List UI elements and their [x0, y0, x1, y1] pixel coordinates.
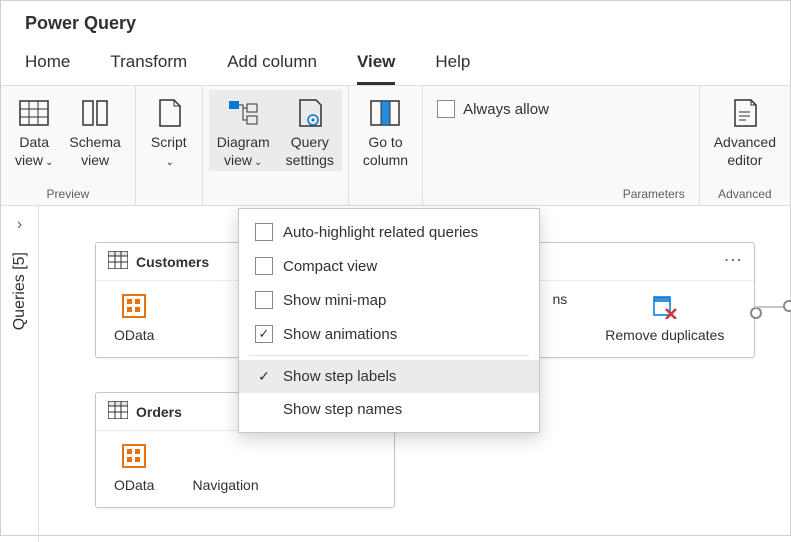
query-settings-button[interactable]: Query settings: [278, 90, 342, 171]
always-allow-checkbox[interactable]: Always allow: [429, 90, 557, 128]
diagram-view-button[interactable]: Diagram view⌄: [209, 90, 278, 171]
dd-label: Auto-highlight related queries: [283, 224, 478, 241]
go-to-column-button[interactable]: Go to column: [355, 90, 416, 171]
dd-label: Compact view: [283, 258, 377, 275]
ribbon-group-preview: Data view⌄ Schema view Preview: [1, 86, 136, 205]
tab-home[interactable]: Home: [25, 46, 70, 85]
check-icon: ✓: [255, 368, 273, 385]
dd-show-animations[interactable]: ✓ Show animations: [239, 317, 539, 351]
table-icon: [108, 251, 128, 272]
advanced-editor-label: Advanced editor: [714, 134, 776, 169]
go-to-column-label: Go to column: [363, 134, 408, 169]
ribbon-tabs: Home Transform Add column View Help: [1, 38, 790, 86]
output-handle[interactable]: [750, 307, 762, 319]
advanced-editor-icon: [728, 96, 762, 130]
query-settings-label: Query settings: [286, 134, 334, 169]
dd-auto-highlight[interactable]: Auto-highlight related queries: [239, 215, 539, 249]
dd-mini-map[interactable]: Show mini-map: [239, 283, 539, 317]
query-name: Orders: [136, 404, 182, 420]
ribbon-group-diagram: Diagram view⌄ Query settings: [203, 86, 349, 205]
grid-icon: [17, 96, 51, 130]
schema-view-label: Schema view: [69, 134, 120, 169]
chevron-down-icon: ⌄: [45, 157, 53, 168]
more-actions-button[interactable]: ⋮: [722, 251, 744, 271]
script-label: Script⌄: [151, 134, 187, 169]
checkbox-checked-icon: ✓: [255, 325, 273, 343]
diagram-view-label: Diagram view⌄: [217, 134, 270, 169]
checkbox-icon: [255, 223, 273, 241]
chevron-down-icon: ⌄: [166, 157, 174, 168]
go-to-column-icon: [368, 96, 402, 130]
step-label: Remove duplicates: [605, 327, 724, 343]
step-label: OData: [114, 327, 154, 343]
script-icon: [152, 96, 186, 130]
tab-help[interactable]: Help: [435, 46, 470, 85]
ribbon-group-goto: Go to column: [349, 86, 423, 205]
expand-queries-button[interactable]: ›: [17, 216, 22, 234]
table-icon: [108, 401, 128, 422]
ribbon-group-advanced: Advanced editor Advanced: [700, 86, 790, 205]
group-label-preview: Preview: [7, 185, 129, 205]
connector-line: [755, 306, 785, 308]
step-remove-duplicates[interactable]: Remove duplicates: [605, 291, 724, 343]
queries-rail-label: Queries [5]: [11, 252, 29, 330]
step-navigation[interactable]: Navigation: [192, 441, 258, 493]
step-label: Navigation: [192, 477, 258, 493]
dd-show-step-names[interactable]: Show step names: [239, 393, 539, 426]
step-odata[interactable]: OData: [114, 441, 154, 493]
ribbon-group-parameters: Always allow Parameters: [423, 86, 700, 205]
queries-side-rail: › Queries [5]: [1, 206, 39, 542]
advanced-editor-button[interactable]: Advanced editor: [706, 90, 784, 171]
settings-page-icon: [293, 96, 327, 130]
diagram-view-dropdown: Auto-highlight related queries Compact v…: [238, 208, 540, 433]
query-name: Customers: [136, 254, 209, 270]
tab-view[interactable]: View: [357, 46, 395, 85]
diagram-icon: [226, 96, 260, 130]
checkbox-icon: [437, 100, 455, 118]
columns-icon: [78, 96, 112, 130]
checkbox-icon: [255, 257, 273, 275]
checkbox-icon: [255, 291, 273, 309]
script-button[interactable]: Script⌄: [142, 90, 196, 171]
step-odata[interactable]: OData: [114, 291, 154, 343]
data-view-button[interactable]: Data view⌄: [7, 90, 61, 171]
ribbon: Data view⌄ Schema view Preview Script⌄: [1, 86, 790, 206]
dd-compact-view[interactable]: Compact view: [239, 249, 539, 283]
dropdown-separator: [249, 355, 529, 356]
group-label-advanced: Advanced: [706, 185, 784, 205]
app-title: Power Query: [1, 1, 790, 38]
remove-duplicates-icon: [650, 291, 680, 321]
tab-transform[interactable]: Transform: [110, 46, 187, 85]
chevron-down-icon: ⌄: [254, 157, 262, 168]
odata-icon: [119, 441, 149, 471]
step-partial[interactable]: ns: [552, 291, 567, 343]
dd-label: Show step labels: [283, 368, 396, 385]
step-label: OData: [114, 477, 154, 493]
tab-add-column[interactable]: Add column: [227, 46, 317, 85]
dd-show-step-labels[interactable]: ✓ Show step labels: [239, 360, 539, 393]
dd-label: Show mini-map: [283, 292, 386, 309]
odata-icon: [119, 291, 149, 321]
data-view-label: Data view⌄: [15, 134, 53, 169]
schema-view-button[interactable]: Schema view: [61, 90, 128, 171]
dd-label: Show animations: [283, 326, 397, 343]
step-label: ns: [552, 291, 567, 307]
external-handle[interactable]: [783, 300, 791, 312]
always-allow-label: Always allow: [463, 101, 549, 118]
ribbon-group-script: Script⌄: [136, 86, 203, 205]
group-label-parameters: Parameters: [429, 185, 693, 205]
query-steps: OData Navigation: [96, 431, 394, 507]
dd-label: Show step names: [283, 401, 402, 418]
